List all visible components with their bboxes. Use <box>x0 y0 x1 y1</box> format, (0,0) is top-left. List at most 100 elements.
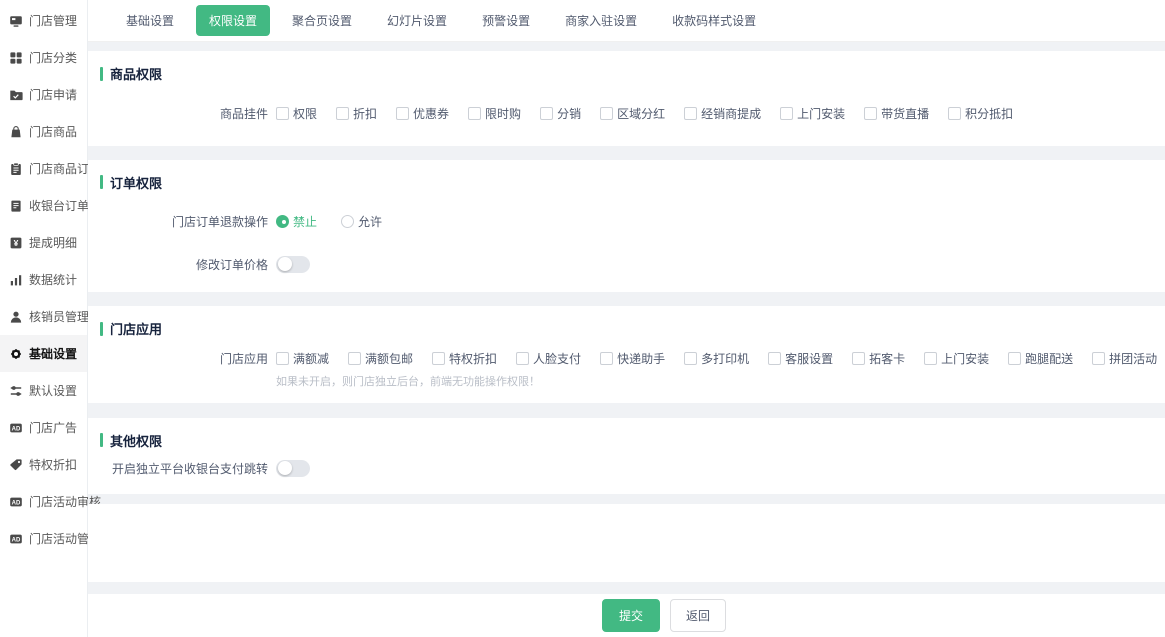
checkbox-icon <box>948 107 961 120</box>
tab[interactable]: 聚合页设置 <box>279 5 365 36</box>
checkbox-option[interactable]: 特权折扣 <box>432 350 497 367</box>
checkbox-icon <box>684 107 697 120</box>
sidebar-item[interactable]: 门店申请 <box>0 76 87 113</box>
sidebar-item[interactable]: 基础设置 <box>0 335 87 372</box>
svg-text:¥: ¥ <box>14 238 19 248</box>
checkbox-option[interactable]: 拼团活动 <box>1092 350 1157 367</box>
svg-text:AD: AD <box>12 537 21 543</box>
sidebar-item-label: 提成明细 <box>29 234 77 251</box>
checkbox-option[interactable]: 多打印机 <box>684 350 749 367</box>
sidebar-item[interactable]: AD 门店活动审核 <box>0 483 87 520</box>
checkbox-option[interactable]: 拓客卡 <box>852 350 905 367</box>
checkbox-option[interactable]: 上门安装 <box>924 350 989 367</box>
section-title: 门店应用 <box>88 306 1165 338</box>
modify-price-toggle[interactable] <box>276 256 310 273</box>
sidebar-item[interactable]: 门店管理 <box>0 2 87 39</box>
title-accent-bar <box>100 175 103 189</box>
checkbox-option[interactable]: 权限 <box>276 105 317 122</box>
tag-icon <box>9 458 23 472</box>
sidebar-item[interactable]: 特权折扣 <box>0 446 87 483</box>
radio-option[interactable]: 允许 <box>341 213 382 230</box>
checkbox-option[interactable]: 分销 <box>540 105 581 122</box>
checkbox-icon <box>348 352 361 365</box>
section-order-permission: 订单权限 门店订单退款操作 禁止 允许 <box>88 160 1165 293</box>
checkbox-option[interactable]: 满额包邮 <box>348 350 413 367</box>
store-apps-checkboxes: 满额减 满额包邮 特权折扣 <box>276 350 1165 367</box>
checkbox-option[interactable]: 客服设置 <box>768 350 833 367</box>
checkbox-label: 人脸支付 <box>533 350 581 367</box>
sidebar-item[interactable]: AD 门店活动管理 <box>0 520 87 557</box>
ad-badge-icon: AD <box>9 421 23 435</box>
checkbox-label: 多打印机 <box>701 350 749 367</box>
store-manage-icon <box>9 14 23 28</box>
cashier-jump-toggle[interactable] <box>276 460 310 477</box>
radio-option[interactable]: 禁止 <box>276 213 317 230</box>
checkbox-option[interactable]: 积分抵扣 <box>948 105 1013 122</box>
checkbox-label: 区域分红 <box>617 105 665 122</box>
sidebar-item[interactable]: 收银台订单 <box>0 187 87 224</box>
sidebar-item[interactable]: ¥ 提成明细 <box>0 224 87 261</box>
back-button[interactable]: 返回 <box>670 599 726 632</box>
checkbox-option[interactable]: 优惠券 <box>396 105 449 122</box>
section-title: 商品权限 <box>88 51 1165 83</box>
checkbox-icon <box>276 352 289 365</box>
user-icon <box>9 310 23 324</box>
tab[interactable]: 基础设置 <box>113 5 187 36</box>
checkbox-option[interactable]: 上门安装 <box>780 105 845 122</box>
checkbox-icon <box>852 352 865 365</box>
checkbox-label: 积分抵扣 <box>965 105 1013 122</box>
sidebar-item[interactable]: 门店商品 <box>0 113 87 150</box>
section-store-apps: 门店应用 门店应用 满额减 满额包邮 <box>88 306 1165 402</box>
tab-bar: 基础设置 权限设置 聚合页设置 幻灯片设置 预警设置 <box>88 0 1165 42</box>
submit-button[interactable]: 提交 <box>602 599 660 632</box>
product-widget-checkboxes: 权限 折扣 优惠券 <box>276 105 1013 122</box>
tab[interactable]: 商家入驻设置 <box>552 5 650 36</box>
shopping-bag-icon <box>9 125 23 139</box>
sidebar-item[interactable]: 核销员管理 <box>0 298 87 335</box>
sidebar-item[interactable]: 数据统计 <box>0 261 87 298</box>
tab-label: 幻灯片设置 <box>387 14 447 28</box>
checkbox-icon <box>432 352 445 365</box>
checkbox-icon <box>768 352 781 365</box>
sidebar-item[interactable]: 门店分类 <box>0 39 87 76</box>
checkbox-label: 拓客卡 <box>869 350 905 367</box>
checkbox-option[interactable]: 折扣 <box>336 105 377 122</box>
tab-label: 商家入驻设置 <box>565 14 637 28</box>
checkbox-label: 满额减 <box>293 350 329 367</box>
tab[interactable]: 幻灯片设置 <box>374 5 460 36</box>
checkbox-option[interactable]: 限时购 <box>468 105 521 122</box>
sidebar-item[interactable]: AD 门店广告 <box>0 409 87 446</box>
checkbox-label: 特权折扣 <box>449 350 497 367</box>
sidebar-item[interactable]: 默认设置 <box>0 372 87 409</box>
gear-icon <box>9 347 23 361</box>
sidebar-item[interactable]: 门店商品订单 <box>0 150 87 187</box>
checkbox-label: 带货直播 <box>881 105 929 122</box>
checkbox-icon <box>336 107 349 120</box>
sidebar-item-label: 门店分类 <box>29 49 77 66</box>
store-apps-label: 门店应用 <box>88 350 268 367</box>
tab[interactable]: 预警设置 <box>469 5 543 36</box>
checkbox-option[interactable]: 人脸支付 <box>516 350 581 367</box>
checkbox-icon <box>864 107 877 120</box>
checkbox-option[interactable]: 区域分红 <box>600 105 665 122</box>
section-title: 其他权限 <box>88 418 1165 450</box>
tab[interactable]: 权限设置 <box>196 5 270 36</box>
checkbox-option[interactable]: 快递助手 <box>600 350 665 367</box>
sidebar-item-label: 核销员管理 <box>29 308 89 325</box>
checkbox-label: 快递助手 <box>617 350 665 367</box>
checkbox-icon <box>684 352 697 365</box>
checkbox-option[interactable]: 经销商提成 <box>684 105 761 122</box>
ad-badge-icon: AD <box>9 495 23 509</box>
checkbox-option[interactable]: 跑腿配送 <box>1008 350 1073 367</box>
checkbox-option[interactable]: 带货直播 <box>864 105 929 122</box>
checkbox-icon <box>1092 352 1105 365</box>
sidebar-item-label: 门店管理 <box>29 12 77 29</box>
main-content: 基础设置 权限设置 聚合页设置 幻灯片设置 预警设置 <box>88 0 1165 637</box>
tab[interactable]: 收款码样式设置 <box>659 5 769 36</box>
app-window: 门店管理 门店分类 门店申请 门店商品 门店商品订单 <box>0 0 1165 637</box>
empty-panel <box>88 504 1165 582</box>
checkbox-label: 拼团活动 <box>1109 350 1157 367</box>
receipt-icon <box>9 199 23 213</box>
checkbox-option[interactable]: 满额减 <box>276 350 329 367</box>
sidebar-item-label: 收银台订单 <box>29 197 89 214</box>
